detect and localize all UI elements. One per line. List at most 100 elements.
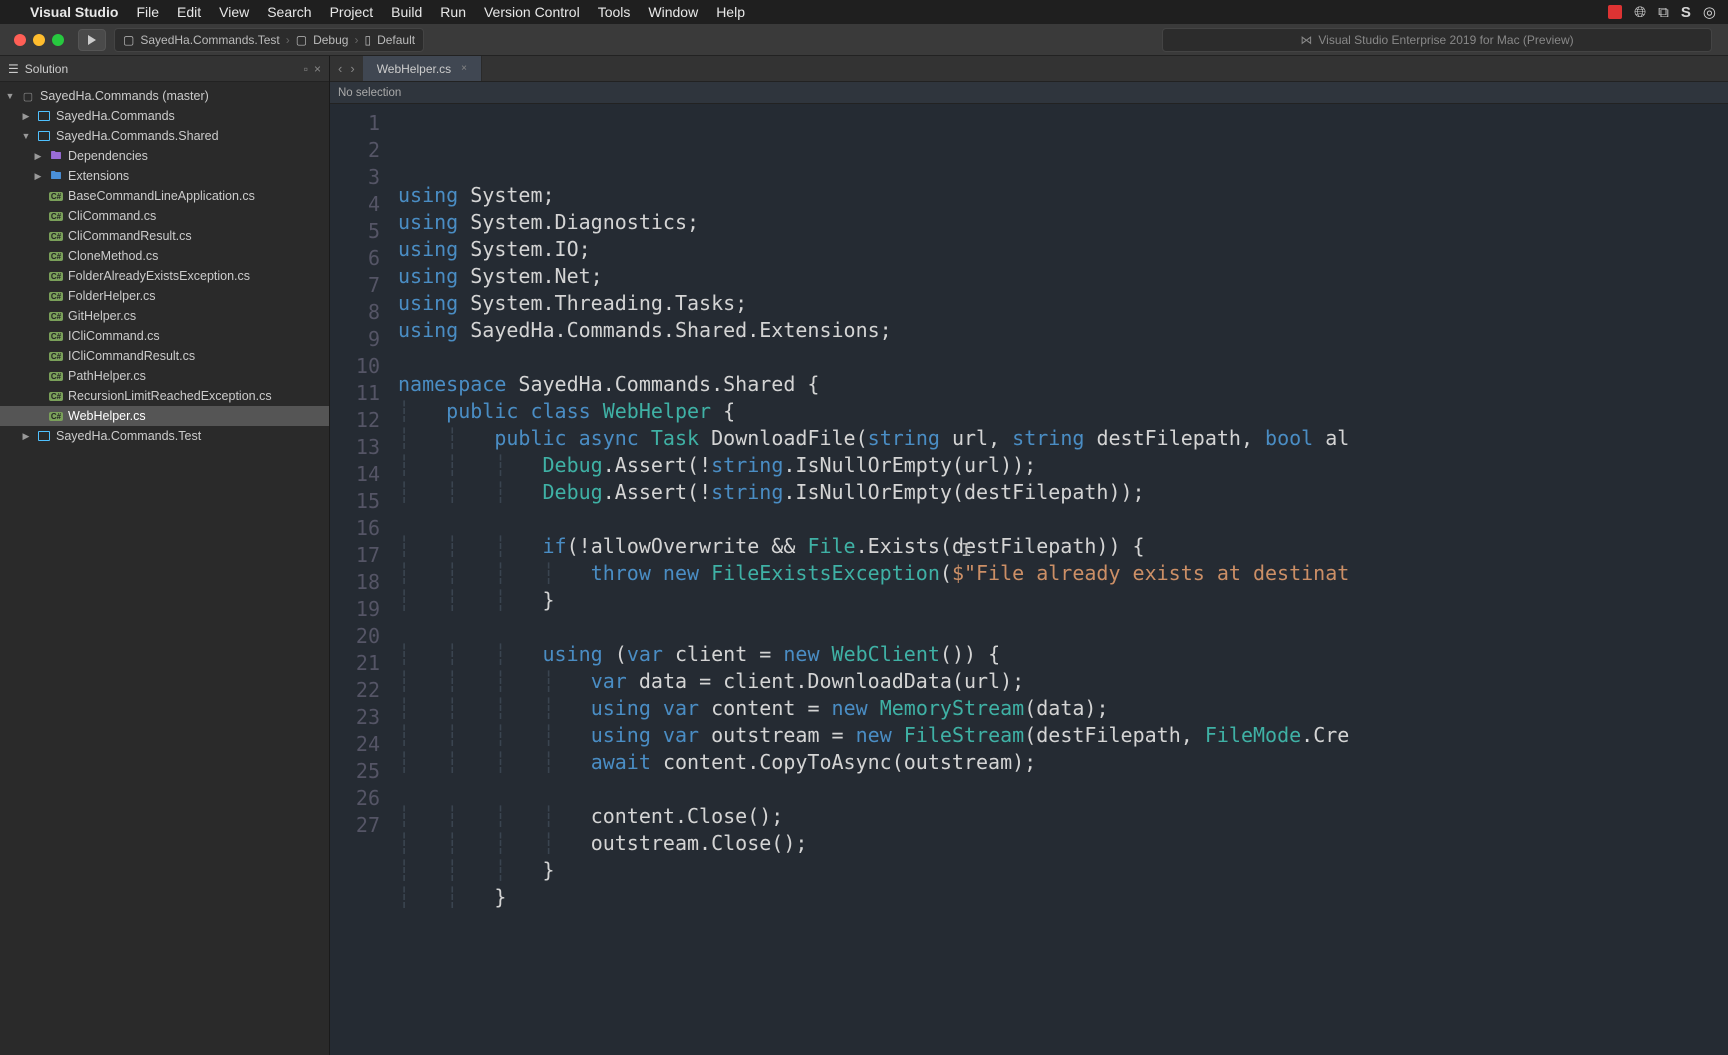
- project-item[interactable]: ▶ SayedHa.Commands.Test: [0, 426, 329, 446]
- folder-label: Extensions: [68, 169, 129, 183]
- toolbar: ▢ SayedHa.Commands.Test › ▢ Debug › ▯ De…: [0, 24, 1728, 56]
- file-label: FolderHelper.cs: [68, 289, 156, 303]
- window-controls: [8, 34, 70, 46]
- solution-explorer: ☰ Solution ▫ × ▼ ▢ SayedHa.Commands (mas…: [0, 56, 330, 1055]
- cs-file-icon: C#: [48, 209, 64, 223]
- file-item[interactable]: C# ICliCommand.cs: [0, 326, 329, 346]
- status-indicator-icon[interactable]: [1608, 5, 1622, 19]
- nav-forward-icon[interactable]: ›: [350, 61, 354, 76]
- config-box-icon: ▢: [296, 33, 307, 47]
- file-label: FolderAlreadyExistsException.cs: [68, 269, 250, 283]
- menu-build[interactable]: Build: [391, 4, 422, 20]
- project-item[interactable]: ▶ SayedHa.Commands: [0, 106, 329, 126]
- line-number-gutter: 1234567891011121314151617181920212223242…: [330, 104, 398, 1055]
- maximize-window-button[interactable]: [52, 34, 64, 46]
- solution-panel-title: Solution: [25, 62, 68, 76]
- project-icon: [36, 429, 52, 443]
- cs-file-icon: C#: [48, 289, 64, 303]
- file-label: CloneMethod.cs: [68, 249, 158, 263]
- menu-run[interactable]: Run: [440, 4, 466, 20]
- s-icon[interactable]: S: [1681, 4, 1691, 21]
- file-item[interactable]: C# PathHelper.cs: [0, 366, 329, 386]
- project-icon: [36, 129, 52, 143]
- list-icon: ☰: [8, 62, 19, 76]
- cs-file-icon: C#: [48, 269, 64, 283]
- file-item[interactable]: C# CliCommand.cs: [0, 206, 329, 226]
- file-item[interactable]: C# ICliCommandResult.cs: [0, 346, 329, 366]
- menu-version-control[interactable]: Version Control: [484, 4, 580, 20]
- panel-close-icon[interactable]: ×: [314, 62, 321, 76]
- code-editor[interactable]: 1234567891011121314151617181920212223242…: [330, 104, 1728, 1055]
- macos-menubar: Visual Studio File Edit View Search Proj…: [0, 0, 1728, 24]
- file-label: CliCommand.cs: [68, 209, 156, 223]
- file-item[interactable]: C# FolderAlreadyExistsException.cs: [0, 266, 329, 286]
- target-box-icon: ▯: [364, 33, 371, 47]
- file-item[interactable]: C#RecursionLimitReachedException.cs: [0, 386, 329, 406]
- solution-tree[interactable]: ▼ ▢ SayedHa.Commands (master) ▶ SayedHa.…: [0, 82, 329, 450]
- menu-view[interactable]: View: [219, 4, 249, 20]
- code-content[interactable]: I using System;using System.Diagnostics;…: [398, 104, 1728, 1055]
- expand-arrow-icon[interactable]: ▶: [32, 171, 44, 182]
- cs-file-icon: C#: [48, 349, 64, 363]
- expand-arrow-icon[interactable]: ▶: [32, 151, 44, 162]
- folder-item[interactable]: ▶ 🖿 Extensions: [0, 166, 329, 186]
- menu-tools[interactable]: Tools: [598, 4, 631, 20]
- close-icon[interactable]: ×: [461, 63, 467, 74]
- menu-file[interactable]: File: [136, 4, 159, 20]
- file-label: PathHelper.cs: [68, 369, 146, 383]
- cs-file-icon: C#: [48, 229, 64, 243]
- editor-tab[interactable]: WebHelper.cs ×: [363, 56, 482, 81]
- creative-cloud-icon[interactable]: ◎: [1703, 3, 1716, 21]
- globe-icon[interactable]: 🌐︎: [1634, 4, 1646, 21]
- search-box[interactable]: ⋈ Visual Studio Enterprise 2019 for Mac …: [1162, 28, 1712, 52]
- file-label: CliCommandResult.cs: [68, 229, 192, 243]
- close-window-button[interactable]: [14, 34, 26, 46]
- cs-file-icon: C#: [48, 409, 64, 423]
- folder-item[interactable]: ▶ 🖿 Dependencies: [0, 146, 329, 166]
- solution-root[interactable]: ▼ ▢ SayedHa.Commands (master): [0, 86, 329, 106]
- search-placeholder: Visual Studio Enterprise 2019 for Mac (P…: [1318, 33, 1573, 47]
- solution-root-label: SayedHa.Commands (master): [40, 89, 209, 103]
- menu-window[interactable]: Window: [648, 4, 698, 20]
- file-label: BaseCommandLineApplication.cs: [68, 189, 255, 203]
- breadcrumb-bar[interactable]: No selection: [330, 82, 1728, 104]
- menu-help[interactable]: Help: [716, 4, 745, 20]
- panel-options-icon[interactable]: ▫: [304, 62, 308, 76]
- file-label: ICliCommand.cs: [68, 329, 160, 343]
- expand-arrow-icon[interactable]: ▼: [4, 91, 16, 101]
- cs-file-icon: C#: [48, 389, 64, 403]
- file-item[interactable]: C# FolderHelper.cs: [0, 286, 329, 306]
- menu-project[interactable]: Project: [330, 4, 374, 20]
- project-item[interactable]: ▼ SayedHa.Commands.Shared: [0, 126, 329, 146]
- chevron-right-icon: ›: [354, 33, 358, 47]
- file-item[interactable]: C# CliCommandResult.cs: [0, 226, 329, 246]
- folder-label: Dependencies: [68, 149, 148, 163]
- file-label: GitHelper.cs: [68, 309, 136, 323]
- cs-file-icon: C#: [48, 369, 64, 383]
- config-project: SayedHa.Commands.Test: [140, 33, 279, 47]
- expand-arrow-icon[interactable]: ▼: [20, 131, 32, 141]
- file-item[interactable]: C# BaseCommandLineApplication.cs: [0, 186, 329, 206]
- solution-panel-header: ☰ Solution ▫ ×: [0, 56, 329, 82]
- project-label: SayedHa.Commands.Test: [56, 429, 201, 443]
- expand-arrow-icon[interactable]: ▶: [20, 431, 32, 442]
- menu-search[interactable]: Search: [267, 4, 311, 20]
- chevron-right-icon: ›: [286, 33, 290, 47]
- expand-arrow-icon[interactable]: ▶: [20, 111, 32, 122]
- nav-back-icon[interactable]: ‹: [338, 61, 342, 76]
- cs-file-icon: C#: [48, 329, 64, 343]
- file-label: ICliCommandResult.cs: [68, 349, 195, 363]
- config-selector[interactable]: ▢ SayedHa.Commands.Test › ▢ Debug › ▯ De…: [114, 28, 424, 52]
- file-item[interactable]: C#GitHelper.cs: [0, 306, 329, 326]
- menu-edit[interactable]: Edit: [177, 4, 201, 20]
- app-name[interactable]: Visual Studio: [30, 4, 118, 20]
- dropbox-icon[interactable]: ⧉: [1658, 4, 1669, 21]
- text-cursor-icon: I: [961, 540, 972, 561]
- cs-file-icon: C#: [48, 189, 64, 203]
- file-label: WebHelper.cs: [68, 409, 146, 423]
- solution-icon: ▢: [20, 89, 36, 103]
- run-button[interactable]: [78, 29, 106, 51]
- file-item-selected[interactable]: C# WebHelper.cs: [0, 406, 329, 426]
- minimize-window-button[interactable]: [33, 34, 45, 46]
- file-item[interactable]: C#CloneMethod.cs: [0, 246, 329, 266]
